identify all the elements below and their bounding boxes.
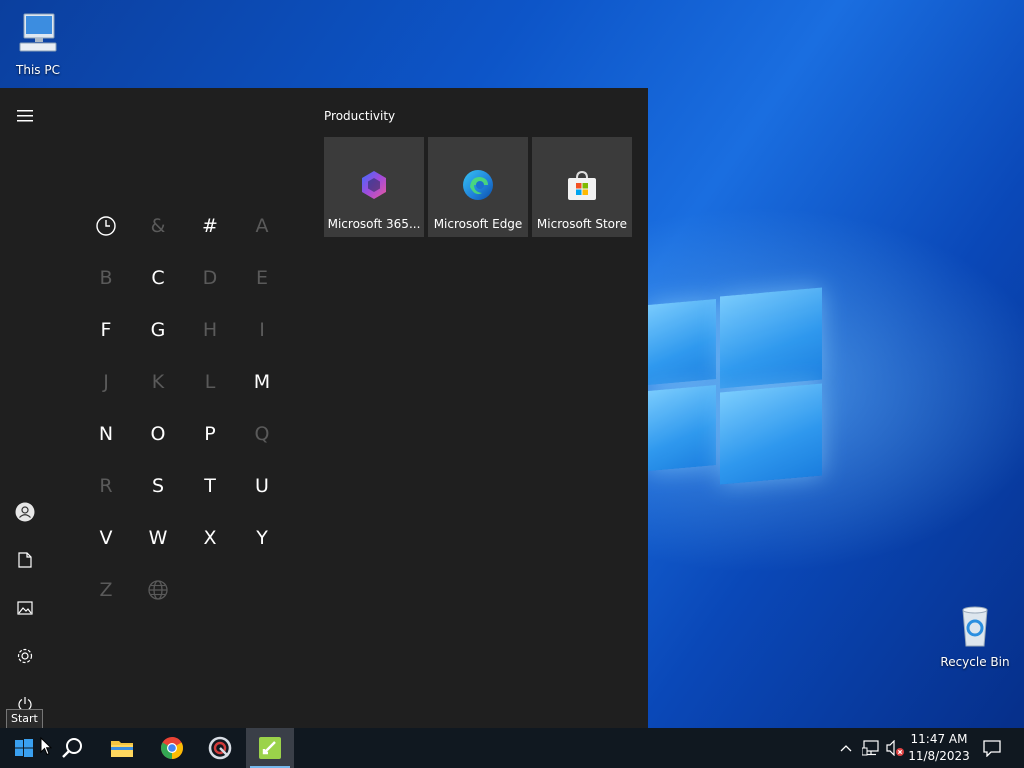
start-tooltip: Start [6,709,43,729]
letter-button[interactable]: S [132,460,184,512]
network-icon [862,740,879,756]
letter-button[interactable]: W [132,512,184,564]
letter-button[interactable]: K [132,356,184,408]
expand-menu-button[interactable] [0,96,50,136]
letter-button[interactable]: Y [236,512,288,564]
clock-icon [96,216,116,236]
show-hidden-icons-button[interactable] [836,728,856,768]
tile-label: Microsoft Store [536,217,628,231]
letter-button[interactable]: Q [236,408,288,460]
tile-microsoft-edge[interactable]: Microsoft Edge [428,137,528,237]
action-center-button[interactable] [978,728,1006,768]
letter-button[interactable]: O [132,408,184,460]
clock-date: 11/8/2023 [908,749,970,763]
letter-button[interactable]: U [236,460,288,512]
store-icon [568,170,596,200]
tile-microsoft-store[interactable]: Microsoft Store [532,137,632,237]
taskbar-clock[interactable]: 11:47 AM 11/8/2023 [904,728,974,768]
notification-icon [983,740,1001,757]
tile-label: Microsoft 365... [327,217,421,231]
user-account-button[interactable] [0,492,50,532]
file-explorer-icon [111,741,133,757]
letter-button[interactable]: V [80,512,132,564]
edge-icon [463,170,493,200]
computer-icon [19,13,57,52]
letter-button[interactable]: H [184,304,236,356]
letter-button[interactable]: A [236,200,288,252]
desktop-icon-this-pc[interactable]: This PC [0,10,78,77]
tile-label: Microsoft Edge [433,217,523,231]
volume-muted-icon [886,740,904,756]
active-app-icon [259,737,281,759]
letter-button[interactable]: E [236,252,288,304]
taskbar-app[interactable] [196,728,244,768]
recent-apps-button[interactable] [80,200,132,252]
clock-time: 11:47 AM [910,732,968,746]
letter-button[interactable]: Z [80,564,132,616]
letter-button[interactable]: G [132,304,184,356]
app-icon [208,736,232,760]
desktop-icon-recycle-bin[interactable]: Recycle Bin [935,602,1015,669]
settings-button[interactable] [0,636,50,676]
tile-group-title: Productivity [324,109,396,123]
letter-button[interactable]: L [184,356,236,408]
letter-button[interactable]: F [80,304,132,356]
recycle-bin-icon [962,606,988,647]
windows-start-icon [15,739,33,757]
letter-button[interactable]: D [184,252,236,304]
pictures-icon [17,601,33,615]
windows-logo-wallpaper [640,287,830,485]
taskbar-chrome[interactable] [148,728,196,768]
pictures-button[interactable] [0,588,50,628]
start-menu: & # A B C D E F G H I J K L M N O P Q R … [0,88,648,728]
tile-microsoft-365[interactable]: Microsoft 365... [324,137,424,237]
start-rail [0,88,50,728]
letter-button[interactable]: R [80,460,132,512]
settings-icon [17,648,33,664]
letter-button[interactable]: # [184,200,236,252]
letter-button[interactable]: B [80,252,132,304]
letter-button[interactable]: T [184,460,236,512]
documents-icon [18,552,32,568]
documents-button[interactable] [0,540,50,580]
user-icon [15,502,35,522]
letter-button[interactable]: C [132,252,184,304]
search-icon [62,738,82,758]
network-button[interactable] [860,728,882,768]
letter-button[interactable]: X [184,512,236,564]
microsoft-365-icon [362,171,386,199]
letter-button[interactable]: N [80,408,132,460]
taskbar-file-explorer[interactable] [98,728,146,768]
taskbar: 11:47 AM 11/8/2023 [0,728,1024,768]
letter-button[interactable]: J [80,356,132,408]
letter-button[interactable]: P [184,408,236,460]
taskbar-active-app[interactable] [246,728,294,768]
hamburger-icon [17,110,33,122]
globe-icon [148,580,168,600]
letter-button[interactable]: I [236,304,288,356]
other-languages-button[interactable] [132,564,184,616]
search-button[interactable] [48,728,96,768]
letter-button[interactable]: M [236,356,288,408]
desktop-icon-label: Recycle Bin [940,655,1010,669]
mouse-cursor [40,737,52,756]
volume-button[interactable] [884,728,906,768]
desktop-icon-label: This PC [16,63,60,77]
letter-button[interactable]: & [132,200,184,252]
chrome-icon [161,737,183,759]
chevron-up-icon [840,745,852,752]
